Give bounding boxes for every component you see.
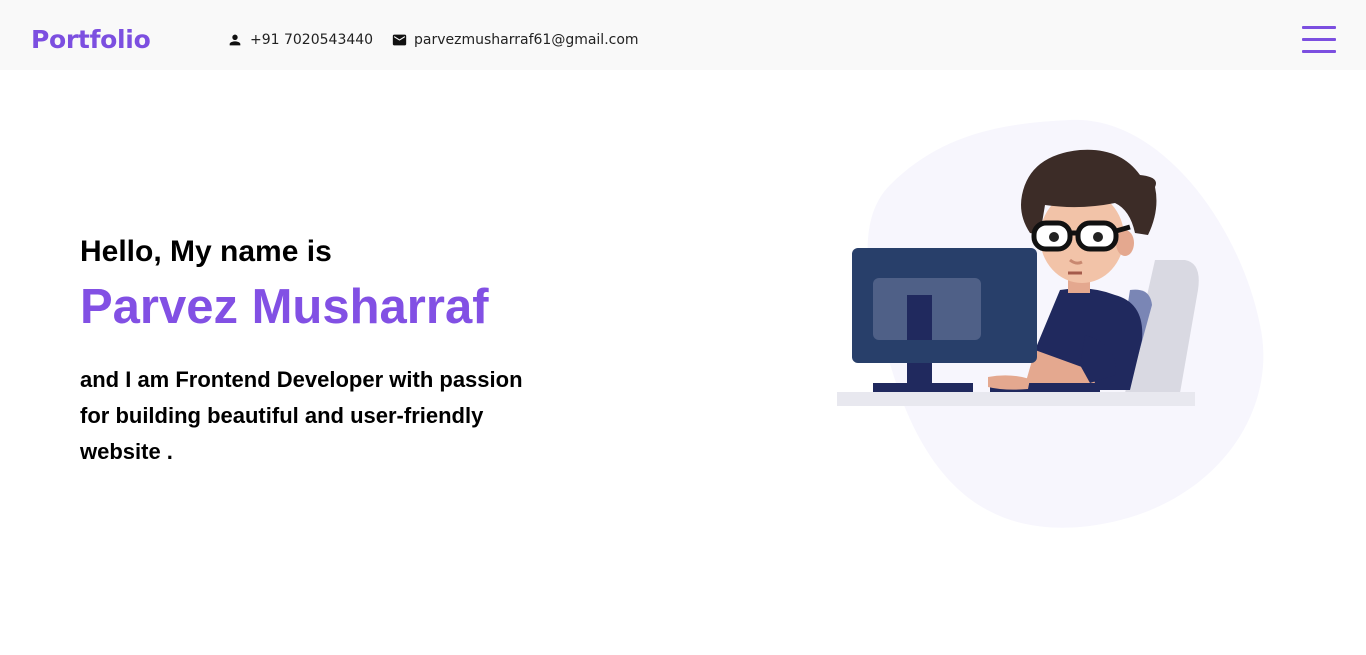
hamburger-menu-icon[interactable]	[1302, 26, 1336, 54]
email-address: parvezmusharraf61@gmail.com	[414, 32, 639, 48]
menu-line	[1302, 26, 1336, 29]
hero-text: Hello, My name is Parvez Musharraf and I…	[80, 232, 550, 470]
person-icon	[227, 32, 243, 48]
phone-number: +91 7020543440	[250, 32, 374, 48]
name-heading: Parvez Musharraf	[80, 280, 489, 334]
phone-contact[interactable]: +91 7020543440	[227, 31, 373, 49]
navbar: Portfolio +91 7020543440 parvezmusharraf…	[0, 0, 1366, 70]
tagline: and I am Frontend Developer with passion…	[80, 367, 523, 464]
logo[interactable]: Portfolio	[31, 22, 151, 58]
mail-icon	[391, 32, 407, 48]
menu-line	[1302, 38, 1336, 41]
menu-line	[1302, 50, 1336, 53]
greeting-heading: Hello, My name is	[80, 235, 332, 268]
glasses	[1031, 220, 1131, 252]
desk	[837, 392, 1195, 406]
email-contact[interactable]: parvezmusharraf61@gmail.com	[391, 31, 639, 49]
developer-illustration	[830, 115, 1270, 535]
